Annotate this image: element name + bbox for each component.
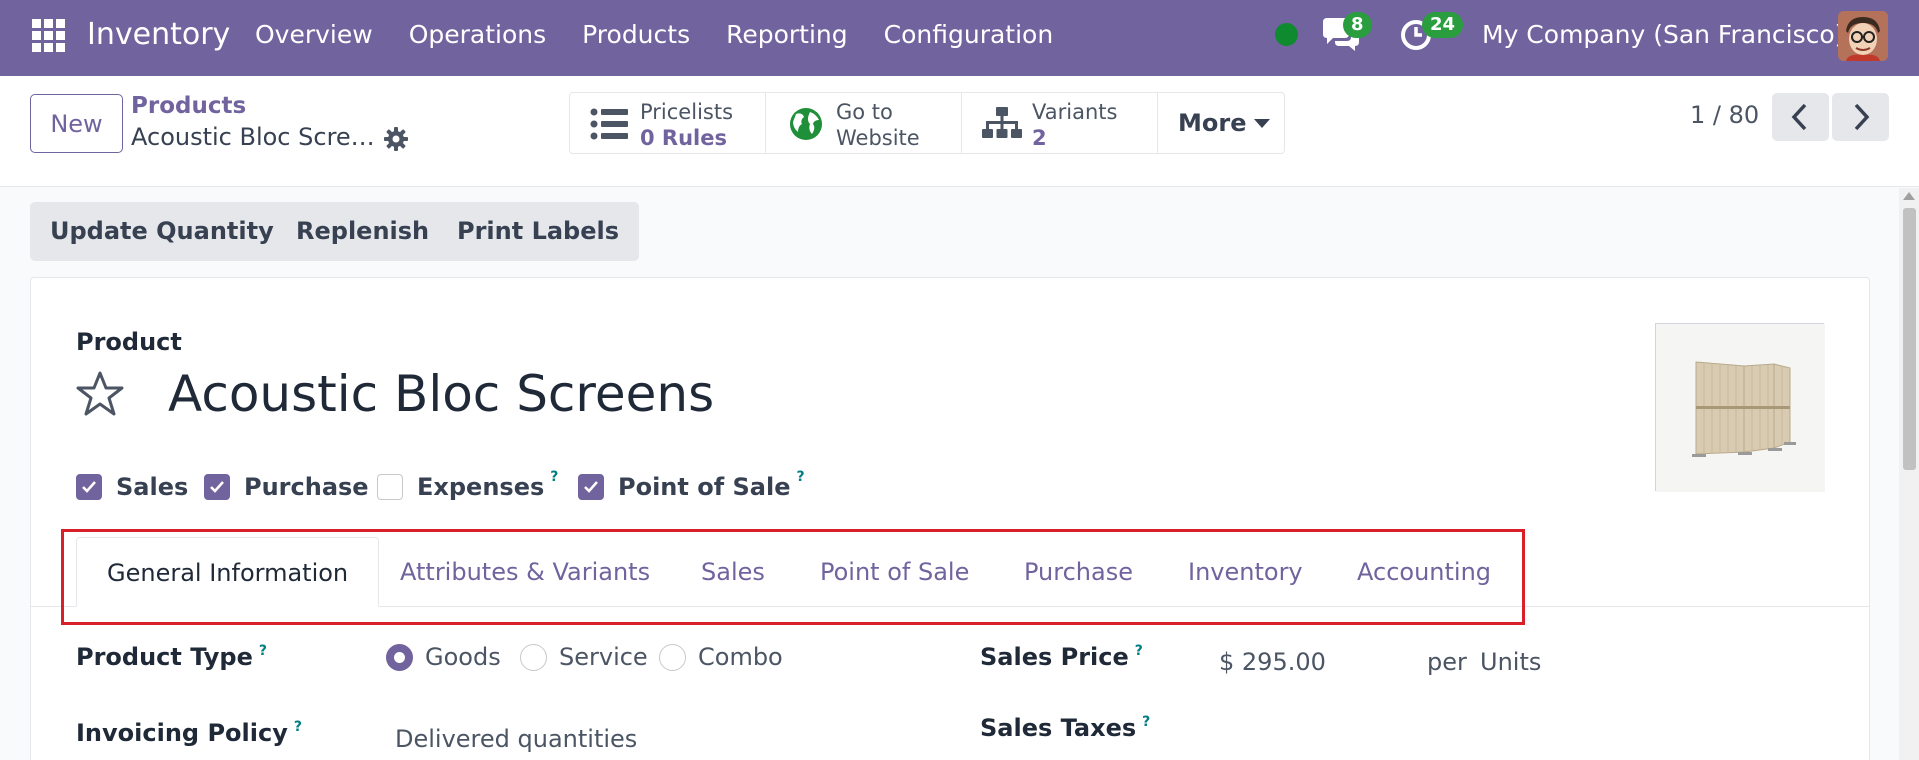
replenish-button[interactable]: Replenish xyxy=(276,202,450,261)
form-sheet xyxy=(30,277,1870,760)
product-type-combo-radio[interactable]: Combo xyxy=(659,643,783,671)
invoicing-policy-field[interactable]: Delivered quantities xyxy=(395,725,637,753)
go-to-website-smart-button[interactable]: Go to Website xyxy=(766,93,962,153)
sales-price-label: Sales Price? xyxy=(980,643,1143,671)
menu-item-overview[interactable]: Overview xyxy=(255,20,373,49)
tab-attributes-variants[interactable]: Attributes & Variants xyxy=(370,537,680,607)
sales-price-per-label: per xyxy=(1427,648,1467,676)
goods-option-label: Goods xyxy=(425,643,501,671)
checkbox-unchecked-icon[interactable] xyxy=(377,474,403,500)
sales-checkbox-label: Sales xyxy=(116,473,189,501)
breadcrumb-current-record: Acoustic Bloc Screens xyxy=(131,123,376,151)
pager-value[interactable]: 1 / 80 xyxy=(1690,101,1759,129)
menu-item-reporting[interactable]: Reporting xyxy=(726,20,848,49)
invoicing-policy-help-icon[interactable]: ? xyxy=(294,719,302,735)
pricelists-rules-count: 0 Rules xyxy=(640,126,727,150)
tab-inventory[interactable]: Inventory xyxy=(1158,537,1333,607)
checkbox-checked-icon[interactable] xyxy=(76,474,102,500)
combo-option-label: Combo xyxy=(698,643,783,671)
product-type-service-radio[interactable]: Service xyxy=(520,643,648,671)
website-label: Website xyxy=(836,126,920,150)
scroll-up-arrow-icon[interactable] xyxy=(1903,192,1915,200)
radio-unselected-icon[interactable] xyxy=(520,643,547,671)
print-labels-button[interactable]: Print Labels xyxy=(437,202,640,261)
pricelists-label: Pricelists xyxy=(640,100,734,124)
new-button[interactable]: New xyxy=(30,94,123,153)
product-type-goods-radio[interactable]: Goods xyxy=(386,643,501,671)
update-quantity-button[interactable]: Update Quantity xyxy=(30,202,294,261)
radio-selected-icon[interactable] xyxy=(386,643,413,671)
activities-badge: 24 xyxy=(1422,12,1464,38)
favorite-star-icon[interactable] xyxy=(75,370,125,418)
tab-accounting[interactable]: Accounting xyxy=(1327,537,1521,607)
caret-down-icon xyxy=(1254,118,1271,128)
scrollbar-thumb[interactable] xyxy=(1903,208,1916,470)
product-name-field[interactable]: Acoustic Bloc Screens xyxy=(168,365,714,423)
variants-smart-button[interactable]: Variants 2 xyxy=(962,93,1158,153)
purchase-checkbox[interactable]: Purchase xyxy=(204,471,369,503)
sitemap-icon xyxy=(982,106,1022,142)
checkbox-checked-icon[interactable] xyxy=(204,474,230,500)
variants-label: Variants xyxy=(1032,100,1118,124)
service-option-label: Service xyxy=(559,643,648,671)
pager-previous-button[interactable] xyxy=(1772,93,1829,141)
chevron-left-icon xyxy=(1791,103,1807,131)
top-navbar: Inventory Overview Operations Products R… xyxy=(0,0,1919,76)
control-panel: New Products Acoustic Bloc Screens Price… xyxy=(0,76,1919,187)
sales-price-field[interactable]: $ 295.00 xyxy=(1219,648,1326,676)
point-of-sale-help-icon[interactable]: ? xyxy=(797,469,805,485)
chevron-right-icon xyxy=(1854,103,1870,131)
product-section-label: Product xyxy=(76,328,182,356)
tab-purchase[interactable]: Purchase xyxy=(994,537,1163,607)
variants-count: 2 xyxy=(1032,126,1047,150)
breadcrumb-products[interactable]: Products xyxy=(131,93,246,119)
more-label: More xyxy=(1178,109,1247,137)
product-type-help-icon[interactable]: ? xyxy=(259,643,267,659)
sales-taxes-help-icon[interactable]: ? xyxy=(1142,714,1150,730)
company-switcher[interactable]: My Company (San Francisco) xyxy=(1482,20,1844,49)
smart-buttons: Pricelists 0 Rules Go to Website Variant… xyxy=(569,92,1285,154)
product-image[interactable] xyxy=(1655,323,1825,492)
app-name[interactable]: Inventory xyxy=(87,17,230,52)
main-menu: Overview Operations Products Reporting C… xyxy=(255,20,1089,49)
product-type-label: Product Type? xyxy=(76,643,267,671)
tab-sales[interactable]: Sales xyxy=(671,537,795,607)
sales-checkbox[interactable]: Sales xyxy=(76,471,188,503)
radio-unselected-icon[interactable] xyxy=(659,643,686,671)
menu-item-operations[interactable]: Operations xyxy=(409,20,546,49)
menu-item-configuration[interactable]: Configuration xyxy=(884,20,1054,49)
online-status-icon[interactable] xyxy=(1275,23,1298,46)
pager-next-button[interactable] xyxy=(1832,93,1889,141)
checkbox-checked-icon[interactable] xyxy=(578,474,604,500)
expenses-checkbox-label: Expenses xyxy=(417,473,545,501)
expenses-help-icon[interactable]: ? xyxy=(550,469,558,485)
pricelists-smart-button[interactable]: Pricelists 0 Rules xyxy=(570,93,766,153)
expenses-checkbox[interactable]: Expenses ? xyxy=(377,469,558,503)
messages-badge: 8 xyxy=(1343,12,1372,38)
gear-icon[interactable] xyxy=(383,126,409,152)
tab-general-information[interactable]: General Information xyxy=(76,537,380,607)
menu-item-products[interactable]: Products xyxy=(582,20,690,49)
list-icon xyxy=(590,106,630,142)
go-to-label: Go to xyxy=(836,100,893,124)
sales-price-help-icon[interactable]: ? xyxy=(1135,643,1143,659)
invoicing-policy-label: Invoicing Policy? xyxy=(76,719,302,747)
point-of-sale-checkbox[interactable]: Point of Sale ? xyxy=(578,469,805,503)
purchase-checkbox-label: Purchase xyxy=(244,473,369,501)
user-avatar[interactable] xyxy=(1838,11,1888,61)
point-of-sale-checkbox-label: Point of Sale xyxy=(618,473,791,501)
globe-icon xyxy=(786,106,826,142)
more-dropdown-button[interactable]: More xyxy=(1158,93,1284,153)
sales-taxes-label: Sales Taxes? xyxy=(980,714,1151,742)
tab-point-of-sale[interactable]: Point of Sale xyxy=(790,537,999,607)
apps-grid-icon[interactable] xyxy=(32,19,65,52)
sales-price-unit[interactable]: Units xyxy=(1480,648,1541,676)
